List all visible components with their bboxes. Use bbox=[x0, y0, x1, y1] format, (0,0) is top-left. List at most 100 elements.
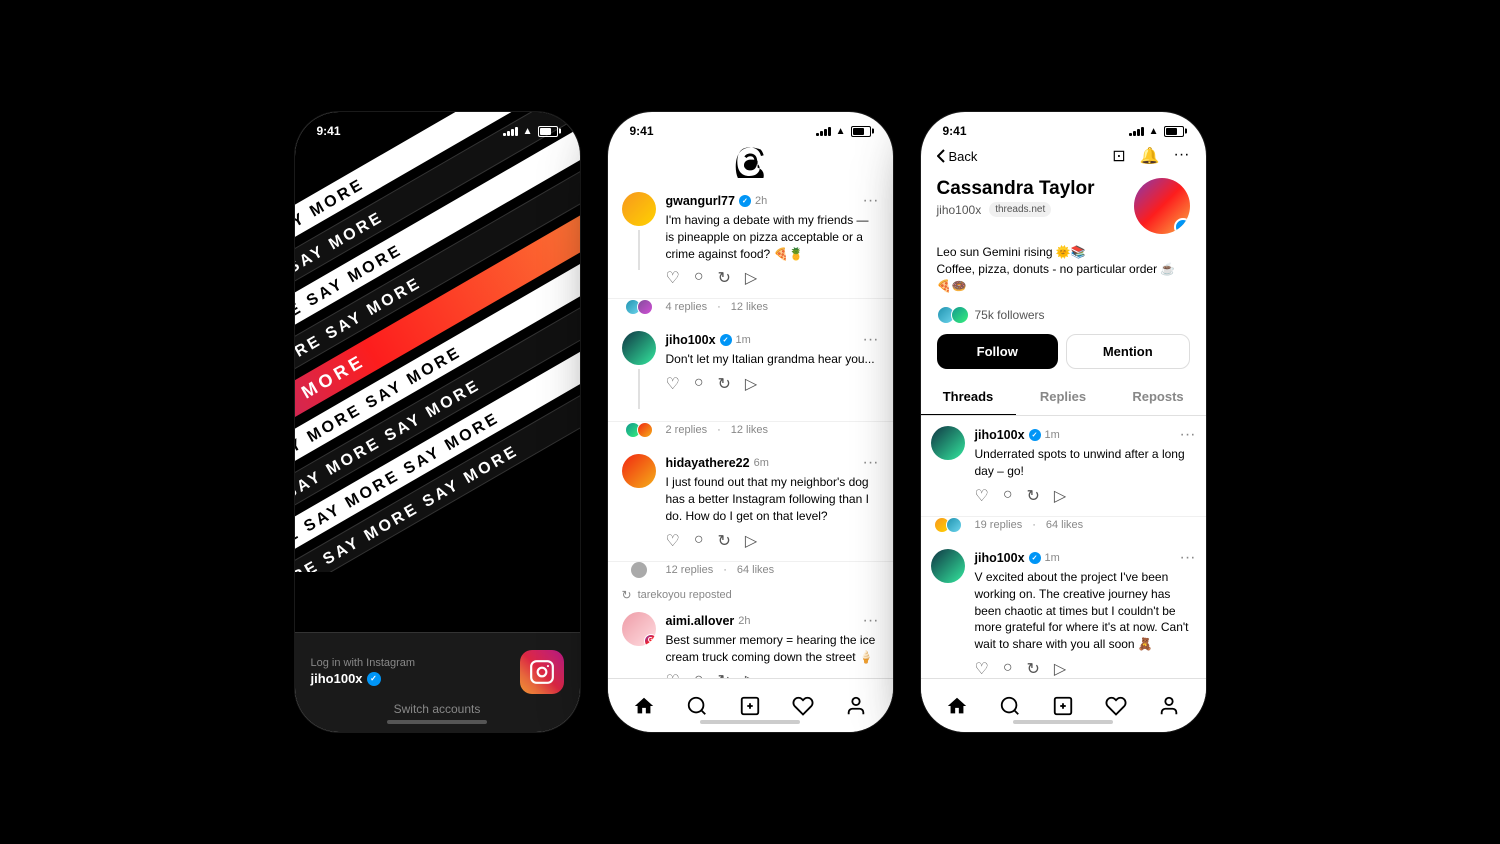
verified-1: ✓ bbox=[739, 195, 751, 207]
post-content-2: jiho100x ✓ 1m ··· Don't let my Italian g… bbox=[666, 331, 879, 411]
profile-avatar-large: ✓ bbox=[1134, 178, 1190, 234]
profile-name-section: Cassandra Taylor jiho100x threads.net bbox=[937, 178, 1095, 217]
stats-text-1: 4 replies bbox=[666, 301, 708, 313]
repost-icon-1[interactable]: ↻ bbox=[718, 268, 731, 288]
bell-icon[interactable]: 🔔 bbox=[1140, 146, 1160, 166]
followers-count: 75k followers bbox=[975, 308, 1045, 322]
username-3: hidayathere22 bbox=[666, 456, 750, 470]
login-row: Log in with Instagram jiho100x ✓ bbox=[311, 650, 564, 694]
heart-profile-1[interactable]: ♡ bbox=[975, 486, 989, 506]
home-indicator-1 bbox=[387, 720, 487, 724]
profile-handle: jiho100x bbox=[937, 203, 982, 217]
profile-post-content-1: jiho100x ✓ 1m ··· Underrated spots to un… bbox=[975, 426, 1196, 506]
switch-accounts-link[interactable]: Switch accounts bbox=[394, 702, 481, 716]
post-content-3: hidayathere22 6m ··· I just found out th… bbox=[666, 454, 879, 550]
post-text-1: I'm having a debate with my friends — is… bbox=[666, 212, 879, 262]
compose-nav-icon-3[interactable] bbox=[1049, 692, 1077, 720]
repost-profile-1[interactable]: ↻ bbox=[1027, 486, 1040, 506]
profile-followers: 75k followers bbox=[921, 302, 1206, 334]
wifi-icon-3: ▲ bbox=[1149, 126, 1159, 137]
post-2: jiho100x ✓ 1m ··· Don't let my Italian g… bbox=[608, 321, 893, 422]
heart-nav-icon[interactable] bbox=[789, 692, 817, 720]
tab-replies[interactable]: Replies bbox=[1016, 379, 1111, 415]
reply-stats-2: 2 replies · 12 likes bbox=[608, 422, 893, 444]
more-btn-2[interactable]: ··· bbox=[863, 331, 879, 349]
time-3: 9:41 bbox=[943, 124, 967, 138]
share-profile-2[interactable]: ▷ bbox=[1054, 659, 1066, 679]
tab-threads[interactable]: Threads bbox=[921, 379, 1016, 415]
profile-nav-icon-3[interactable] bbox=[1155, 692, 1183, 720]
bio-text-line1: Leo sun Gemini rising 🌞📚 bbox=[937, 244, 1190, 261]
heart-icon-1[interactable]: ♡ bbox=[666, 268, 680, 288]
more-btn-1[interactable]: ··· bbox=[863, 192, 879, 210]
heart-icon-2[interactable]: ♡ bbox=[666, 374, 680, 394]
more-btn-3[interactable]: ··· bbox=[863, 454, 879, 472]
comment-icon-2[interactable]: ○ bbox=[694, 374, 704, 394]
follow-button[interactable]: Follow bbox=[937, 334, 1059, 369]
comment-profile-1[interactable]: ○ bbox=[1003, 486, 1013, 506]
comment-icon-3[interactable]: ○ bbox=[694, 531, 704, 551]
search-nav-icon[interactable] bbox=[683, 692, 711, 720]
repost-more-btn[interactable]: ··· bbox=[863, 612, 879, 630]
profile-name: Cassandra Taylor bbox=[937, 178, 1095, 200]
signal-icon-2 bbox=[816, 126, 831, 136]
heart-profile-2[interactable]: ♡ bbox=[975, 659, 989, 679]
more-options-icon[interactable]: ··· bbox=[1174, 146, 1190, 166]
repost-icon-2[interactable]: ↻ bbox=[718, 374, 731, 394]
verified-2: ✓ bbox=[720, 334, 732, 346]
feed-scroll-area[interactable]: gwangurl77 ✓ 2h ··· I'm having a debate … bbox=[608, 182, 893, 698]
likes-text-3: 64 likes bbox=[737, 564, 774, 576]
profile-action-buttons: Follow Mention bbox=[921, 334, 1206, 379]
phone-profile: 9:41 ▲ Back bbox=[921, 112, 1206, 732]
post-meta-1: gwangurl77 ✓ 2h bbox=[666, 194, 768, 208]
status-icons-2: ▲ bbox=[816, 126, 871, 137]
stats-avatars-2 bbox=[625, 422, 653, 438]
profile-handle-row: jiho100x threads.net bbox=[937, 202, 1095, 217]
avatar-hidayathere22 bbox=[622, 454, 656, 488]
share-profile-1[interactable]: ▷ bbox=[1054, 486, 1066, 506]
share-icon-2[interactable]: ▷ bbox=[745, 374, 757, 394]
twisted-bands-svg: SAY MORE SAY MORE SAY MORE SAY MORE SAY … bbox=[295, 112, 580, 572]
username-2: jiho100x bbox=[666, 333, 716, 347]
reply-stats-1: 4 replies · 12 likes bbox=[608, 299, 893, 321]
comment-profile-2[interactable]: ○ bbox=[1003, 659, 1013, 679]
post-actions-3: ♡ ○ ↻ ▷ bbox=[666, 531, 879, 551]
battery-icon-1 bbox=[538, 126, 558, 137]
compose-nav-icon[interactable] bbox=[736, 692, 764, 720]
share-icon-3[interactable]: ▷ bbox=[745, 531, 757, 551]
profile-post-header-1: jiho100x ✓ 1m ··· bbox=[975, 426, 1196, 444]
stats-avatars-1 bbox=[625, 299, 653, 315]
back-button[interactable]: Back bbox=[937, 149, 978, 164]
heart-nav-icon-3[interactable] bbox=[1102, 692, 1130, 720]
profile-post-more-2[interactable]: ··· bbox=[1180, 549, 1196, 567]
mention-button[interactable]: Mention bbox=[1066, 334, 1190, 369]
followers-avatars bbox=[937, 306, 969, 324]
phone2-screen: 9:41 ▲ bbox=[608, 112, 893, 732]
tab-reposts[interactable]: Reposts bbox=[1111, 379, 1206, 415]
repost-icon-3[interactable]: ↻ bbox=[718, 531, 731, 551]
heart-icon-3[interactable]: ♡ bbox=[666, 531, 680, 551]
comment-icon-1[interactable]: ○ bbox=[694, 268, 704, 288]
phone1-screen: 9:41 ▲ bbox=[295, 112, 580, 732]
home-indicator-2 bbox=[700, 720, 800, 724]
profile-post-meta-2: jiho100x ✓ 1m bbox=[975, 551, 1060, 565]
post-header-1: gwangurl77 ✓ 2h ··· bbox=[666, 192, 879, 210]
time-post-2: 1m bbox=[736, 334, 751, 346]
threads-domain-badge: threads.net bbox=[989, 202, 1051, 217]
profile-top-section: Cassandra Taylor jiho100x threads.net ✓ bbox=[921, 170, 1206, 242]
home-nav-icon[interactable] bbox=[630, 692, 658, 720]
home-nav-icon-3[interactable] bbox=[943, 692, 971, 720]
share-icon-1[interactable]: ▷ bbox=[745, 268, 757, 288]
search-nav-icon-3[interactable] bbox=[996, 692, 1024, 720]
profile-posts-list: jiho100x ✓ 1m ··· Underrated spots to un… bbox=[921, 416, 1206, 702]
gallery-icon[interactable]: ⊡ bbox=[1112, 146, 1125, 166]
splash-background: SAY MORE SAY MORE SAY MORE SAY MORE SAY … bbox=[295, 112, 580, 652]
profile-header-icons: ⊡ 🔔 ··· bbox=[1112, 146, 1189, 166]
profile-post-content-2: jiho100x ✓ 1m ··· V excited about the pr… bbox=[975, 549, 1196, 679]
verified-badge-login: ✓ bbox=[367, 672, 381, 686]
repost-profile-2[interactable]: ↻ bbox=[1027, 659, 1040, 679]
instagram-login-button[interactable] bbox=[520, 650, 564, 694]
profile-nav-icon[interactable] bbox=[842, 692, 870, 720]
profile-post-more-1[interactable]: ··· bbox=[1180, 426, 1196, 444]
signal-icon-3 bbox=[1129, 126, 1144, 136]
